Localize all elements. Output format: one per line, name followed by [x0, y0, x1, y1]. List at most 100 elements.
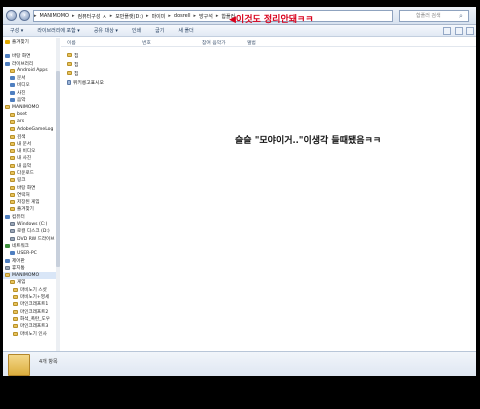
- nav-item[interactable]: MANIMOMO: [3, 271, 59, 279]
- nav-item[interactable]: 음악: [3, 96, 59, 103]
- search-icon[interactable]: ⌕: [459, 12, 463, 21]
- nav-item-label: 제어판: [12, 258, 25, 264]
- breadcrumb[interactable]: ▸ MANIMOMO ▸ 컴퓨터구성 ㅅ ▸ 모만플랫(D:) ▸ 마이미 ▸ …: [33, 10, 393, 22]
- help-icon[interactable]: [466, 27, 474, 35]
- folder-icon: [10, 170, 15, 175]
- nav-item-label: 다운로드: [17, 170, 34, 176]
- nav-item[interactable]: Android Apps: [3, 67, 59, 74]
- folder-icon: [13, 331, 18, 336]
- column-header-artist[interactable]: 참여 음악가: [196, 39, 241, 46]
- nav-item[interactable]: [3, 45, 59, 52]
- nav-item-label: MANIMOMO: [12, 104, 40, 110]
- organize-button[interactable]: 구성 ▾: [3, 27, 30, 34]
- nav-item-label: 저장된 게임: [17, 200, 40, 206]
- nav-item[interactable]: 로컬 디스크 (D:): [3, 228, 59, 235]
- nav-item[interactable]: 다운로드: [3, 169, 59, 176]
- nav-item[interactable]: DVD RW 드라이브: [3, 235, 59, 242]
- nav-item[interactable]: 문서: [3, 74, 59, 81]
- folder-icon: [67, 71, 72, 75]
- nav-item[interactable]: 연락처: [3, 191, 59, 198]
- folder-icon: [10, 134, 15, 139]
- list-item[interactable]: 집: [67, 60, 78, 68]
- breadcrumb-item[interactable]: 방구석: [196, 13, 216, 20]
- breadcrumb-item[interactable]: 마이미: [149, 13, 169, 20]
- nav-item[interactable]: 게임: [3, 279, 59, 286]
- nav-item[interactable]: 내 비디오: [3, 147, 59, 154]
- command-toolbar: 구성 ▾ 라이브러리에 포함 ▾ 공유 대상 ▾ 인쇄 굽기 새 폴더: [3, 25, 476, 37]
- view-options-icon[interactable]: [443, 27, 451, 35]
- column-header-name[interactable]: 이름: [61, 39, 136, 46]
- nav-item[interactable]: 비디오: [3, 82, 59, 89]
- nav-item[interactable]: 바탕 화면: [3, 53, 59, 60]
- nav-item[interactable]: 사진: [3, 89, 59, 96]
- folder-icon: [13, 287, 18, 292]
- nav-item[interactable]: 마비노기+영세: [3, 293, 59, 300]
- column-header-album[interactable]: 앨범: [241, 39, 281, 46]
- nav-item-label: ars: [17, 119, 25, 125]
- nav-item-label: 내 사진: [17, 156, 32, 162]
- star-icon: [5, 39, 10, 44]
- nav-item[interactable]: 제어판: [3, 257, 59, 264]
- nav-item[interactable]: 링크: [3, 177, 59, 184]
- column-header-number[interactable]: 번호: [136, 39, 196, 46]
- control-panel-icon: [5, 258, 10, 263]
- nav-item[interactable]: 화석_폭탄_도우: [3, 315, 59, 322]
- nav-item[interactable]: 마비노기 스샷: [3, 286, 59, 293]
- folder-icon: [10, 149, 15, 154]
- nav-item[interactable]: 마인크래프트1: [3, 301, 59, 308]
- breadcrumb-item[interactable]: 컴퓨터구성 ㅅ: [74, 13, 109, 20]
- folder-icon: [13, 316, 18, 321]
- breadcrumb-item[interactable]: MANIMOMO: [37, 13, 72, 19]
- nav-item-label: 화석_폭탄_도우: [20, 316, 50, 322]
- explorer-window: ‹ › ▸ MANIMOMO ▸ 컴퓨터구성 ㅅ ▸ 모만플랫(D:) ▸ 마이…: [3, 7, 476, 376]
- nav-item[interactable]: 즐겨찾기: [3, 38, 59, 45]
- network-icon: [5, 243, 10, 248]
- nav-item[interactable]: Windows (C:): [3, 220, 59, 227]
- include-in-library-button[interactable]: 라이브러리에 포함 ▾: [30, 27, 87, 34]
- nav-item-label: 마비노기+영세: [20, 295, 50, 301]
- preview-pane-icon[interactable]: [455, 27, 463, 35]
- nav-item[interactable]: MANIMOMO: [3, 104, 59, 111]
- list-item[interactable]: 집: [67, 69, 78, 77]
- nav-item-label: 내 비디오: [17, 149, 36, 155]
- nav-item[interactable]: ars: [3, 118, 59, 125]
- list-item[interactable]: 위키릉고표시오: [67, 78, 104, 86]
- nav-item[interactable]: bset: [3, 111, 59, 118]
- folder-icon: [10, 156, 15, 161]
- nav-item[interactable]: 저장된 게임: [3, 199, 59, 206]
- nav-item[interactable]: 내 사진: [3, 155, 59, 162]
- nav-item[interactable]: 마비노기 인사: [3, 330, 59, 337]
- nav-item-label: 사진: [17, 90, 26, 96]
- nav-item[interactable]: AdobeGameLog: [3, 126, 59, 133]
- nav-item[interactable]: 검색: [3, 133, 59, 140]
- nav-item-label: 마인크래프트3: [20, 324, 49, 330]
- list-item-label: 집: [74, 71, 79, 77]
- back-button[interactable]: ‹: [6, 10, 17, 21]
- nav-item[interactable]: 휴지통: [3, 264, 59, 271]
- nav-item[interactable]: 즐겨찾기: [3, 206, 59, 213]
- list-item[interactable]: 집: [67, 51, 78, 59]
- nav-item[interactable]: 네트워크: [3, 242, 59, 249]
- nav-item-label: 링크: [17, 178, 26, 184]
- nav-item[interactable]: 바탕 화면: [3, 184, 59, 191]
- new-folder-button[interactable]: 새 폴더: [171, 27, 200, 34]
- nav-item[interactable]: 마인크래프트2: [3, 308, 59, 315]
- nav-item[interactable]: 내 문서: [3, 140, 59, 147]
- nav-item-label: 비디오: [17, 83, 30, 89]
- column-headers: 이름 번호 참여 음악가 앨범: [61, 38, 476, 47]
- share-with-button[interactable]: 공유 대상 ▾: [87, 27, 125, 34]
- nav-item-label: 게임: [17, 280, 26, 286]
- nav-item[interactable]: USER-PC: [3, 250, 59, 257]
- breadcrumb-item[interactable]: 모만플랫(D:): [112, 13, 146, 20]
- address-bar-row: ‹ › ▸ MANIMOMO ▸ 컴퓨터구성 ㅅ ▸ 모만플랫(D:) ▸ 마이…: [3, 7, 476, 25]
- nav-item[interactable]: 라이브러리: [3, 60, 59, 67]
- breadcrumb-item[interactable]: dosrell: [171, 13, 194, 19]
- forward-button[interactable]: ›: [19, 10, 30, 21]
- burn-button[interactable]: 굽기: [148, 27, 171, 34]
- list-item-label: 위키릉고표시오: [73, 80, 104, 86]
- print-button[interactable]: 인쇄: [125, 27, 148, 34]
- nav-item[interactable]: 마인크래프트3: [3, 323, 59, 330]
- nav-item[interactable]: 컴퓨터: [3, 213, 59, 220]
- nav-item[interactable]: 내 음악: [3, 162, 59, 169]
- nav-scrollbar-thumb[interactable]: [56, 71, 60, 267]
